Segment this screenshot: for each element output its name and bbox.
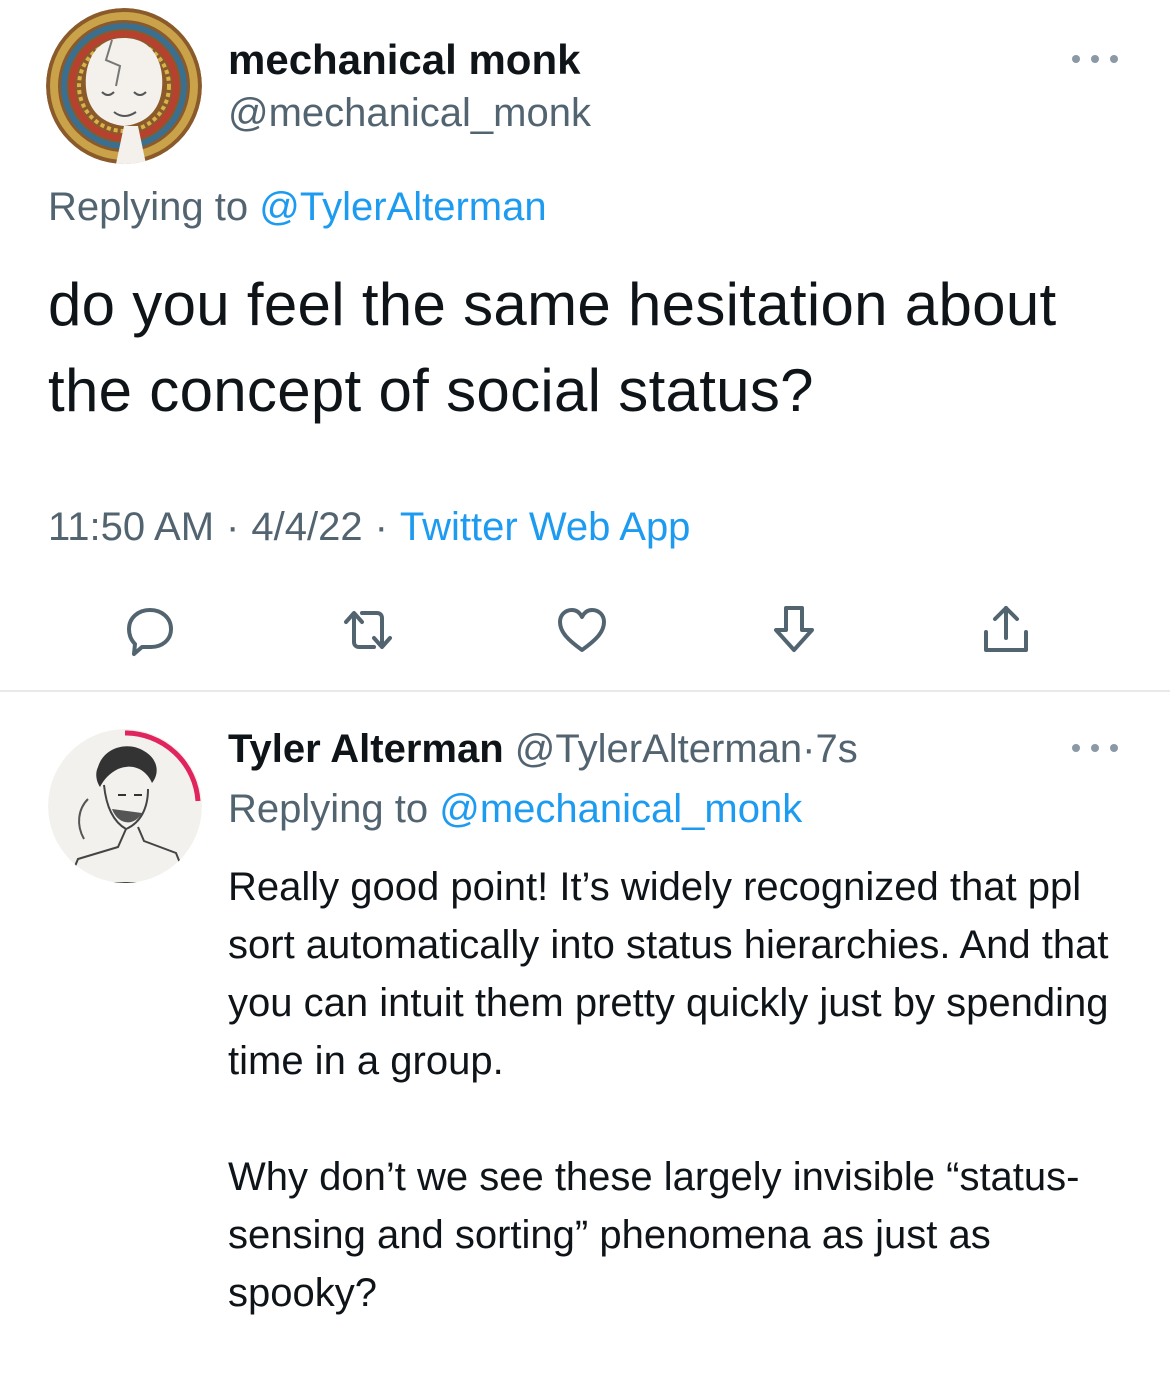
down-arrow-icon xyxy=(774,606,814,652)
author-handle[interactable]: @mechanical_monk xyxy=(228,90,591,136)
tweet-text: do you feel the same hesitation about th… xyxy=(48,271,1057,424)
meta-separator: · xyxy=(374,505,388,549)
share-upload-icon xyxy=(984,606,1028,652)
reply-replying-to-line: Replying to @mechanical_monk xyxy=(228,786,802,832)
retweet-button[interactable] xyxy=(336,598,400,662)
reply-paragraph: Really good point! It’s widely recognize… xyxy=(228,865,1109,1083)
tweet-thread-screen: mechanical monk @mechanical_monk Replyin… xyxy=(0,0,1170,1387)
reply-button[interactable] xyxy=(118,598,182,662)
tweet-action-bar xyxy=(0,598,1170,662)
heart-icon xyxy=(558,608,606,652)
dot xyxy=(1091,744,1099,752)
replying-to-line: Replying to @TylerAlterman xyxy=(48,184,547,230)
like-button[interactable] xyxy=(550,598,614,662)
mechanical-monk-avatar[interactable] xyxy=(46,8,202,164)
reply-author-handle[interactable]: @TylerAlterman xyxy=(515,727,802,771)
mandala-avatar-image xyxy=(46,8,202,164)
dot xyxy=(1110,744,1118,752)
tweet-time[interactable]: 11:50 AM xyxy=(48,505,214,549)
reply-author-name[interactable]: Tyler Alterman xyxy=(228,727,504,771)
reply-time-ago[interactable]: 7s xyxy=(815,727,857,771)
tweet-date[interactable]: 4/4/22 xyxy=(251,505,362,549)
dot xyxy=(1072,55,1080,63)
replying-to-prefix: Replying to xyxy=(228,787,429,831)
author-name[interactable]: mechanical monk xyxy=(228,36,580,84)
retweet-arrows-icon xyxy=(344,611,392,649)
dot xyxy=(1110,55,1118,63)
dot xyxy=(1072,744,1080,752)
replying-to-link[interactable]: @mechanical_monk xyxy=(439,787,802,831)
reply-text: Really good point! It’s widely recognize… xyxy=(228,858,1128,1322)
reply-separator: · xyxy=(802,727,816,771)
reply-header: Tyler Alterman @TylerAlterman·7s xyxy=(228,726,858,772)
share-button[interactable] xyxy=(974,598,1038,662)
sketch-portrait-avatar-image xyxy=(48,729,202,883)
tyler-alterman-avatar[interactable] xyxy=(48,729,202,883)
replying-to-prefix: Replying to xyxy=(48,185,249,229)
meta-separator: · xyxy=(226,505,240,549)
downvote-button[interactable] xyxy=(762,598,826,662)
tweet-source[interactable]: Twitter Web App xyxy=(400,505,691,549)
replying-to-link[interactable]: @TylerAlterman xyxy=(259,185,546,229)
tweet-divider xyxy=(0,690,1170,692)
reply-paragraph: Why don’t we see these largely invisible… xyxy=(228,1155,1080,1315)
dot xyxy=(1091,55,1099,63)
tweet-metadata: 11:50 AM · 4/4/22 · Twitter Web App xyxy=(48,504,690,550)
more-options-icon[interactable] xyxy=(1072,741,1118,755)
reply-bubble-icon xyxy=(127,608,173,656)
more-options-icon[interactable] xyxy=(1072,52,1118,66)
